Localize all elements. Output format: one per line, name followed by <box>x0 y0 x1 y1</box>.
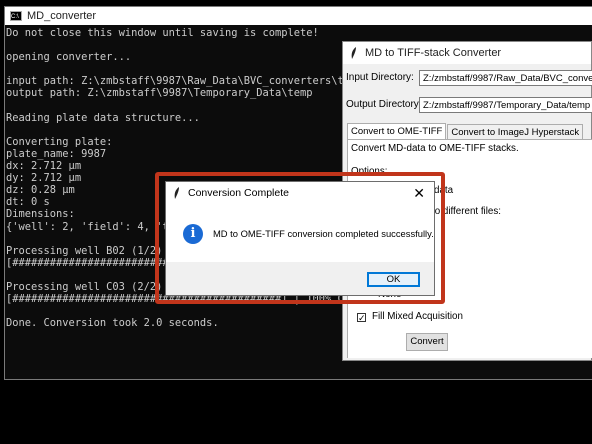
console-line: Do not close this window until saving is… <box>6 27 319 39</box>
ok-button[interactable]: OK <box>367 272 420 287</box>
dialog-title: Conversion Complete <box>188 187 289 199</box>
input-directory-label: Input Directory: <box>346 72 414 83</box>
dialog-body: i MD to OME-TIFF conversion completed su… <box>166 204 434 262</box>
convert-button[interactable]: Convert <box>406 333 448 351</box>
console-titlebar[interactable]: C:\ MD_converter <box>5 7 592 25</box>
converter-title: MD to TIFF-stack Converter <box>365 47 502 59</box>
output-directory-label: Output Directory: <box>346 99 422 110</box>
info-icon: i <box>183 224 203 244</box>
option-partial-data: data <box>434 185 454 196</box>
tab-bar: Convert to OME-TIFF Convert to ImageJ Hy… <box>347 123 584 141</box>
feather-icon <box>174 187 179 199</box>
panel-description: Convert MD-data to OME-TIFF stacks. <box>351 143 519 154</box>
conversion-complete-dialog: Conversion Complete ✕ i MD to OME-TIFF c… <box>165 181 435 296</box>
console-app-icon: C:\ <box>10 11 22 21</box>
console-title: MD_converter <box>27 10 97 22</box>
fill-mixed-label: Fill Mixed Acquisition <box>372 311 463 322</box>
options-label: Options: <box>351 166 388 177</box>
dialog-message: MD to OME-TIFF conversion completed succ… <box>213 228 434 239</box>
fill-mixed-checkbox[interactable]: ✓ <box>357 313 366 323</box>
converter-titlebar[interactable]: MD to TIFF-stack Converter <box>343 42 591 64</box>
close-icon[interactable]: ✕ <box>413 182 425 204</box>
dialog-titlebar[interactable]: Conversion Complete ✕ <box>166 182 434 204</box>
tab-imagej-hyperstack[interactable]: Convert to ImageJ Hyperstack <box>447 124 584 140</box>
output-directory-field[interactable]: Z:/zmbstaff/9987/Temporary_Data/temp <box>419 97 592 113</box>
input-directory-field[interactable]: Z:/zmbstaff/9987/Raw_Data/BVC_converters <box>419 70 592 86</box>
feather-icon <box>351 47 356 59</box>
option-partial-files: to different files: <box>432 206 501 217</box>
